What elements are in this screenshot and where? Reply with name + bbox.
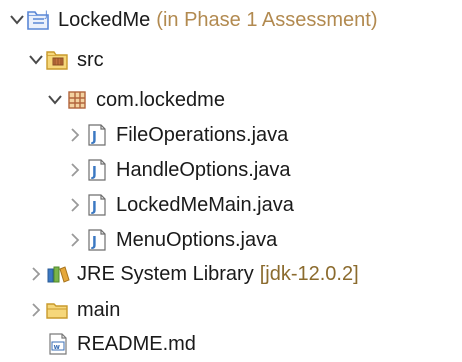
chevron-right-icon[interactable]: [27, 265, 45, 283]
svg-text:J: J: [91, 165, 97, 180]
package-icon: [64, 88, 90, 112]
main-label: main: [77, 298, 121, 321]
markdown-file-icon: w: [45, 332, 71, 356]
project-meta: (in Phase 1 Assessment): [156, 8, 378, 31]
jre-label: JRE System Library: [77, 262, 254, 285]
java-file-icon: J: [84, 228, 110, 252]
svg-text:J: J: [91, 235, 97, 250]
tree-item-project[interactable]: J LockedMe (in Phase 1 Assessment): [0, 2, 462, 38]
java-file-icon: J: [84, 158, 110, 182]
svg-text:J: J: [44, 10, 48, 20]
tree-item-file[interactable]: J FileOperations.java: [0, 117, 462, 153]
chevron-down-icon[interactable]: [8, 11, 26, 29]
project-explorer-tree: J LockedMe (in Phase 1 Assessment) src c…: [0, 0, 462, 362]
chevron-right-icon[interactable]: [66, 126, 84, 144]
source-folder-icon: [45, 48, 71, 72]
tree-item-file[interactable]: J HandleOptions.java: [0, 152, 462, 188]
package-label: com.lockedme: [96, 88, 225, 111]
tree-item-file[interactable]: J LockedMeMain.java: [0, 187, 462, 223]
tree-item-main-folder[interactable]: main: [0, 292, 462, 328]
chevron-down-icon[interactable]: [27, 51, 45, 69]
tree-item-readme[interactable]: w README.md: [0, 326, 462, 362]
file-label: FileOperations.java: [116, 123, 289, 146]
svg-text:J: J: [91, 130, 97, 145]
chevron-down-icon[interactable]: [46, 91, 64, 109]
tree-item-file[interactable]: J MenuOptions.java: [0, 222, 462, 258]
jre-meta: [jdk-12.0.2]: [259, 262, 359, 285]
src-label: src: [77, 48, 104, 71]
svg-text:J: J: [91, 200, 97, 215]
chevron-right-icon[interactable]: [27, 301, 45, 319]
chevron-right-icon[interactable]: [66, 161, 84, 179]
file-label: HandleOptions.java: [116, 158, 291, 181]
chevron-right-icon[interactable]: [66, 231, 84, 249]
file-label: LockedMeMain.java: [116, 193, 294, 216]
library-icon: [45, 262, 71, 286]
tree-item-package[interactable]: com.lockedme: [0, 82, 462, 118]
java-project-icon: J: [26, 8, 52, 32]
tree-item-src[interactable]: src: [0, 42, 462, 78]
java-file-icon: J: [84, 193, 110, 217]
file-label: MenuOptions.java: [116, 228, 278, 251]
svg-text:w: w: [54, 343, 61, 351]
tree-item-jre-library[interactable]: JRE System Library [jdk-12.0.2]: [0, 256, 462, 292]
java-file-icon: J: [84, 123, 110, 147]
project-label: LockedMe: [58, 8, 151, 31]
folder-icon: [45, 298, 71, 322]
readme-label: README.md: [77, 332, 196, 355]
chevron-right-icon[interactable]: [66, 196, 84, 214]
